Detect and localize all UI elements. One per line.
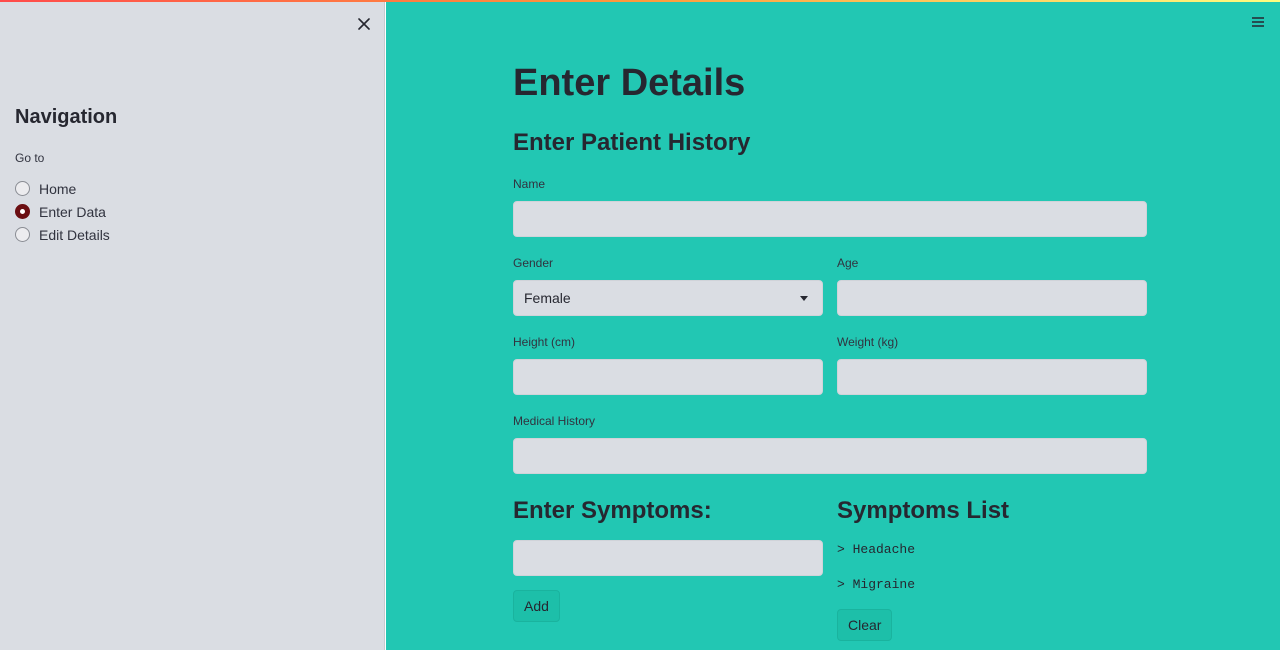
radio-button[interactable] [15, 181, 30, 196]
radio-label: Edit Details [39, 226, 110, 243]
gender-select[interactable]: Female [513, 280, 823, 316]
patient-history-heading: Enter Patient History [513, 129, 751, 156]
add-symptom-button[interactable]: Add [513, 590, 560, 622]
symptom-item: > Headache [837, 542, 916, 557]
symptom-item: > Migraine [837, 577, 916, 592]
medical-history-label: Medical History [513, 414, 596, 428]
goto-label: Go to [15, 151, 45, 165]
weight-label: Weight (kg) [837, 335, 899, 349]
close-icon [358, 18, 370, 30]
gender-selected-value: Female [524, 290, 571, 306]
symptoms-list-heading: Symptoms List [837, 497, 1010, 524]
chevron-down-icon [800, 296, 808, 301]
gender-label: Gender [513, 256, 554, 270]
medical-history-input[interactable] [513, 438, 1147, 474]
main-menu-button[interactable] [1250, 14, 1266, 30]
radio-button-selected[interactable] [15, 204, 30, 219]
radio-home[interactable]: Home [15, 177, 110, 200]
name-label: Name [513, 177, 546, 191]
age-input[interactable] [837, 280, 1147, 316]
radio-enter-data[interactable]: Enter Data [15, 200, 110, 223]
radio-edit-details[interactable]: Edit Details [15, 223, 110, 246]
page-title: Enter Details [513, 62, 746, 104]
symptoms-heading: Enter Symptoms: [513, 497, 712, 524]
sidebar: Navigation Go to Home Enter Data Edit De… [0, 0, 385, 650]
name-input[interactable] [513, 201, 1147, 237]
sidebar-title: Navigation [15, 106, 118, 128]
weight-input[interactable] [837, 359, 1147, 395]
clear-symptoms-button[interactable]: Clear [837, 609, 893, 641]
navigation-radio-group: Home Enter Data Edit Details [15, 177, 110, 246]
height-label: Height (cm) [513, 335, 576, 349]
radio-label: Home [39, 180, 77, 197]
main-content: Enter Details Enter Patient History Name… [386, 0, 1280, 650]
close-sidebar-button[interactable] [352, 12, 376, 36]
top-accent-bar [0, 0, 1280, 2]
age-label: Age [837, 256, 859, 270]
radio-label: Enter Data [39, 203, 106, 220]
radio-button[interactable] [15, 227, 30, 242]
hamburger-menu-icon [1252, 17, 1264, 27]
symptom-input[interactable] [513, 540, 823, 576]
height-input[interactable] [513, 359, 823, 395]
